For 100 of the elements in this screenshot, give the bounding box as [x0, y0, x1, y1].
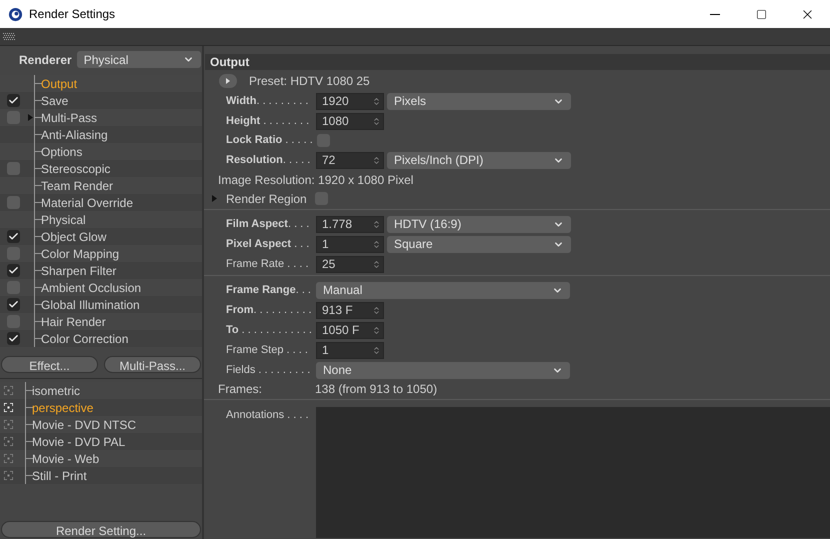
checkbox[interactable]	[6, 264, 20, 277]
tree-item-label: Save	[41, 92, 68, 110]
dropdown[interactable]: Square	[387, 236, 571, 252]
tree-item-label: Ambient Occlusion	[41, 280, 142, 296]
field-label: Frame Rate . . . .	[226, 256, 310, 272]
spinner-icon[interactable]	[372, 306, 381, 314]
number-field[interactable]: 25	[316, 256, 384, 272]
tree-item-label: Color Correction	[41, 330, 128, 348]
tree-item-label: Output	[41, 76, 78, 92]
effect-button[interactable]: Multi-Pass...	[104, 356, 201, 373]
tree-item-label: Hair Render	[41, 314, 106, 330]
dropdown[interactable]: Manual	[316, 282, 570, 298]
field-label: Film Aspect. . . .	[226, 216, 310, 232]
field-label: Pixel Aspect . . .	[226, 236, 310, 252]
preset-item[interactable]: Movie - DVD PAL	[0, 433, 202, 450]
tree-item-label: Sharpen Filter	[41, 262, 116, 280]
preset-label: Movie - Web	[32, 450, 100, 468]
tree-item-label: Global Illumination	[41, 296, 140, 314]
tree-item-label: Color Mapping	[41, 246, 120, 262]
tree-item[interactable]: Sharpen Filter	[0, 262, 202, 279]
play-button[interactable]	[219, 74, 237, 88]
spinner-icon[interactable]	[372, 346, 381, 354]
dropdown[interactable]: Pixels	[387, 92, 571, 110]
dropdown[interactable]: Pixels/Inch (DPI)	[387, 152, 571, 168]
preset-label: Movie - DVD NTSC	[32, 416, 136, 434]
field-label: Annotations . . . .	[226, 408, 310, 423]
field-label: To . . . . . . . . . . . .	[226, 322, 313, 338]
spinner-icon[interactable]	[372, 240, 381, 248]
maximize-icon	[756, 8, 766, 20]
tree-item[interactable]: Stereoscopic	[0, 160, 202, 177]
number-field[interactable]: 1	[316, 236, 384, 252]
camera-frame-icon	[4, 437, 13, 446]
field-label: Fields . . . . . . . . .	[226, 362, 312, 378]
field-label: Frame Range. . .	[226, 282, 312, 298]
checkbox[interactable]	[6, 162, 20, 175]
spinner-icon[interactable]	[372, 326, 381, 334]
stat-label: Frames:	[218, 381, 264, 398]
spinner-icon[interactable]	[372, 220, 381, 228]
field-label: Frame Step . . . .	[226, 342, 309, 358]
dropdown[interactable]: Physical	[76, 51, 201, 68]
section-header: Output	[205, 54, 830, 70]
tree-item-label: Team Render	[41, 178, 114, 194]
stat-value: 138 (from 913 to 1050)	[315, 381, 438, 398]
number-field[interactable]: 1	[316, 342, 384, 358]
camera-frame-icon	[4, 420, 13, 429]
preset-label: Movie - DVD PAL	[32, 434, 126, 450]
renderer-label: Renderer	[19, 52, 72, 68]
tree-item-label: Physical	[41, 212, 86, 228]
spinner-icon[interactable]	[372, 260, 381, 268]
app-icon	[8, 6, 23, 22]
field-label: Resolution. . . . .	[226, 152, 312, 168]
preset-label: Still - Print	[32, 468, 87, 484]
preset-label: isometric	[32, 382, 80, 400]
field-label: Height . . . . . . . .	[226, 114, 310, 129]
checkbox[interactable]	[6, 230, 20, 243]
field-label: Width. . . . . . . . .	[226, 94, 310, 109]
render-setting-button[interactable]: Render Setting...	[1, 521, 201, 538]
number-field[interactable]: 1050 F	[316, 322, 384, 338]
tree-item[interactable]: Material Override	[0, 194, 202, 211]
preset-item[interactable]: perspective	[0, 399, 202, 416]
dropdown[interactable]: None	[316, 362, 570, 378]
field-label: From. . . . . . . . . .	[226, 302, 313, 318]
preset-label: perspective	[32, 400, 94, 416]
info-text: Image Resolution: 1920 x 1080 Pixel	[218, 172, 414, 188]
tree-item-label: Multi-Pass	[41, 110, 98, 126]
spinner-icon[interactable]	[372, 156, 381, 164]
effect-button[interactable]: Effect...	[1, 356, 98, 373]
window-title: Render Settings	[29, 6, 116, 23]
preset-label: Preset: HDTV 1080 25	[249, 73, 370, 90]
tree-item-label: Stereoscopic	[41, 160, 110, 178]
checkbox[interactable]	[6, 298, 20, 311]
tree-item[interactable]: Anti-Aliasing	[0, 126, 202, 143]
number-field[interactable]: 1920	[316, 92, 384, 110]
number-field[interactable]: 72	[316, 152, 384, 168]
group-label: Render Region	[226, 190, 308, 208]
checkbox[interactable]	[6, 196, 20, 209]
field-label: Lock Ratio . . . . .	[226, 133, 314, 148]
tree-item-label: Material Override	[41, 194, 134, 212]
camera-frame-icon	[4, 454, 13, 463]
spinner-icon[interactable]	[372, 116, 381, 126]
tree-item-label: Object Glow	[41, 228, 106, 246]
checkbox[interactable]	[6, 332, 20, 345]
tree-item[interactable]: Object Glow	[0, 228, 202, 245]
camera-frame-icon	[4, 386, 13, 395]
play-icon	[226, 78, 230, 84]
checkbox[interactable]	[6, 94, 20, 107]
number-field[interactable]: 1.778	[316, 216, 384, 232]
number-field[interactable]: 913 F	[316, 302, 384, 318]
tree-item-label: Anti-Aliasing	[41, 126, 108, 144]
annotations-field[interactable]	[316, 407, 830, 538]
tree-item[interactable]: Color Correction	[0, 330, 202, 347]
number-field[interactable]: 1080	[316, 112, 384, 130]
tree-item[interactable]: Save	[0, 92, 202, 109]
tree-item[interactable]: Global Illumination	[0, 296, 202, 313]
spinner-icon[interactable]	[372, 96, 381, 106]
camera-frame-icon	[4, 403, 13, 412]
dropdown[interactable]: HDTV (16:9)	[387, 216, 571, 232]
tree-item-label: Options	[41, 144, 82, 160]
preset-item[interactable]: Still - Print	[0, 467, 202, 484]
camera-frame-icon	[4, 471, 13, 480]
